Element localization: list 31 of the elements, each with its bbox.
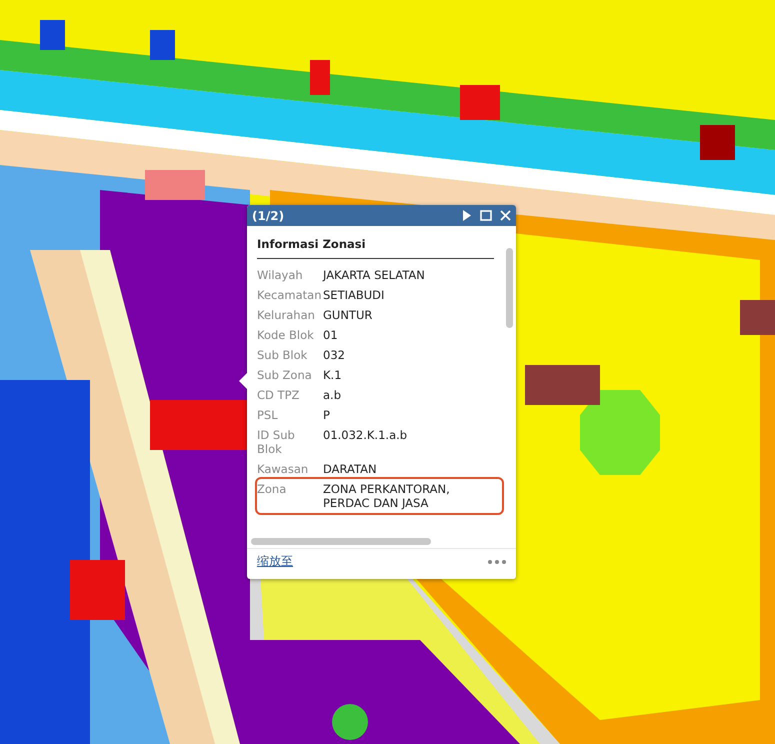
page-counter: (1/2) (252, 208, 284, 222)
field-value: SETIABUDI (323, 288, 386, 302)
field-value: ZONA PERKANTORAN, PERDAC DAN JASA (323, 482, 451, 510)
field-value: 01.032.K.1.a.b (323, 428, 408, 444)
field-label: ID Sub Blok (257, 428, 296, 456)
field-value: P (323, 408, 331, 422)
field-label: Sub Blok (257, 348, 308, 362)
popup-title: Informasi Zonasi (257, 234, 494, 259)
zoom-to-link[interactable]: 缩放至 (257, 553, 293, 570)
field-value: 032 (323, 348, 346, 362)
vertical-scrollbar[interactable] (506, 248, 513, 328)
field-label: Kecamatan (257, 288, 323, 302)
field-label: Sub Zona (257, 368, 313, 382)
field-label: Zona (257, 482, 288, 498)
field-value: 01 (323, 328, 339, 342)
field-label: Kelurahan (257, 308, 316, 322)
field-value: JAKARTA SELATAN (323, 268, 426, 282)
next-icon[interactable] (462, 210, 472, 221)
maximize-icon[interactable] (480, 210, 492, 221)
field-label: Kode Blok (257, 328, 315, 342)
field-value: a.b (323, 388, 342, 402)
field-label: PSL (257, 408, 279, 422)
field-label: CD TPZ (257, 388, 300, 402)
field-value: DARATAN (323, 462, 378, 476)
close-icon[interactable] (500, 210, 511, 221)
horizontal-scrollbar[interactable] (251, 538, 431, 545)
field-label: Kawasan (257, 462, 310, 476)
field-value: K.1 (323, 368, 343, 382)
more-icon[interactable] (488, 560, 506, 564)
field-value: GUNTUR (323, 308, 374, 322)
field-label: Wilayah (257, 268, 304, 282)
